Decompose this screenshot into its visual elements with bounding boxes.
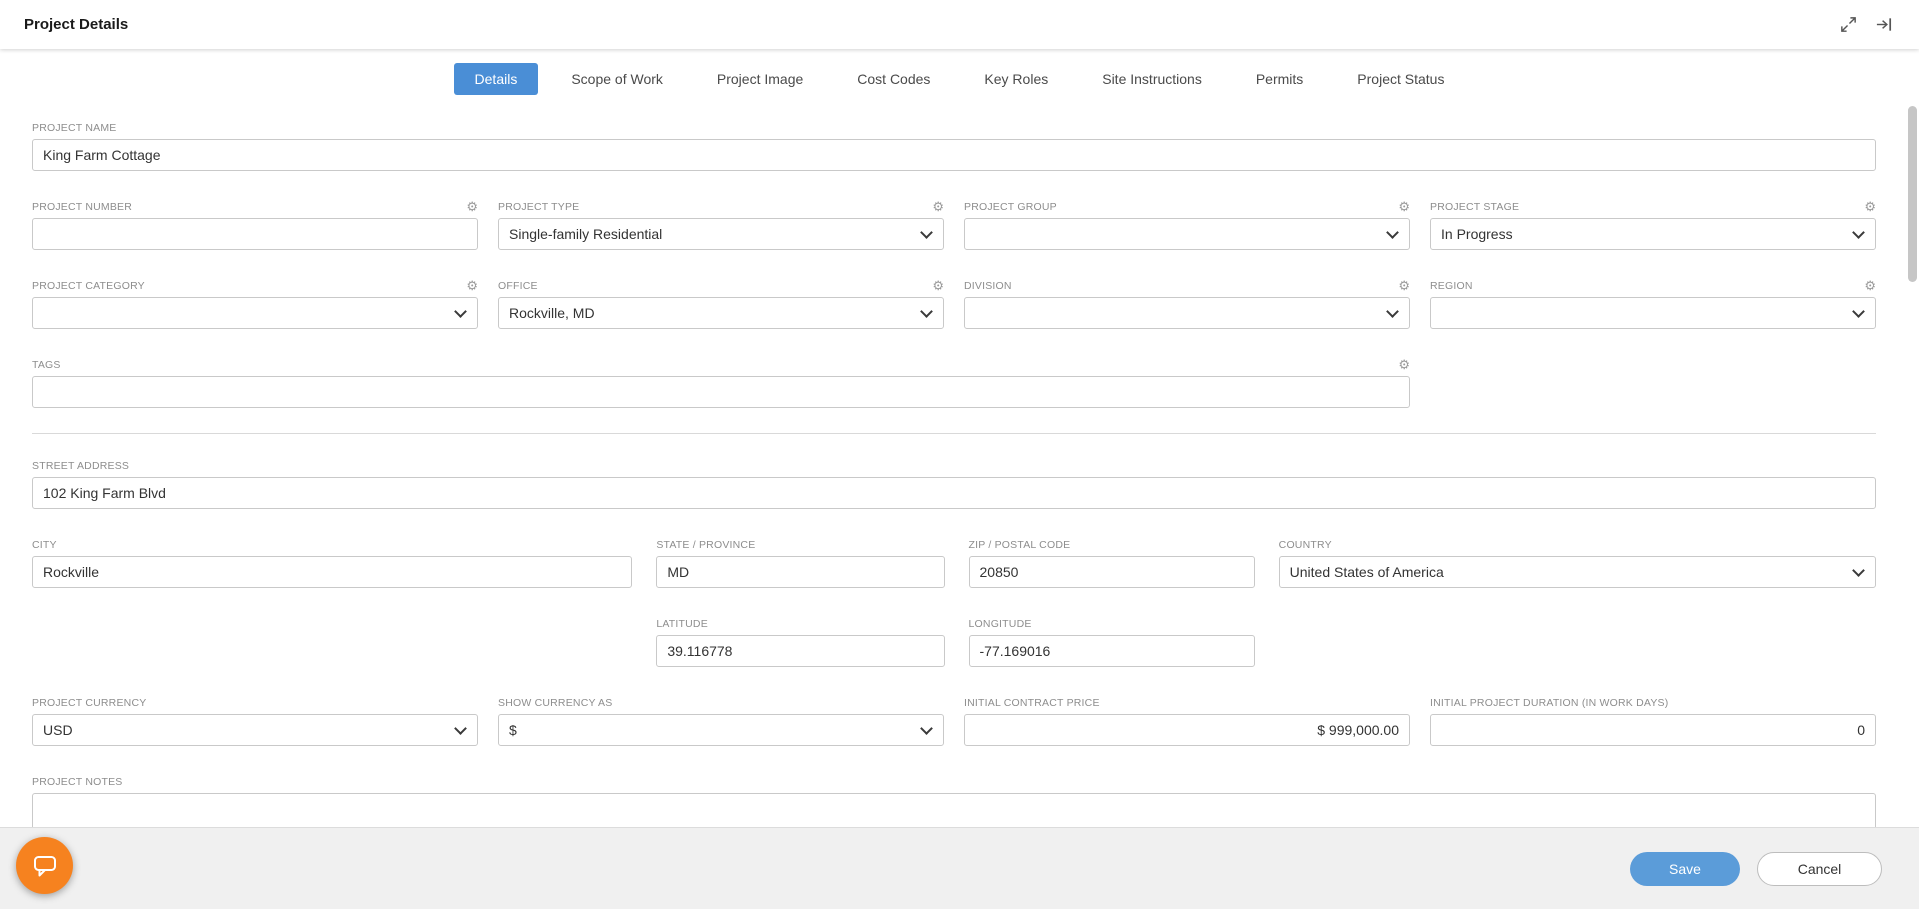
street-address-label: STREET ADDRESS [32,460,129,472]
zip-input[interactable] [969,556,1255,588]
field-region: REGION ⚙ [1430,279,1876,329]
chat-bubble-icon [30,851,60,881]
project-number-label: PROJECT NUMBER [32,201,132,213]
footer-bar: Save Cancel [0,827,1919,909]
details-form: PROJECT NAME PROJECT NUMBER ⚙ PROJECT TY… [0,95,1919,869]
titlebar: Project Details [0,0,1919,49]
header-icons [1837,14,1895,36]
gear-icon[interactable]: ⚙ [1864,201,1876,213]
tab-key-roles[interactable]: Key Roles [963,63,1069,95]
longitude-input[interactable] [969,635,1255,667]
compress-icon[interactable] [1837,14,1859,36]
field-project-name: PROJECT NAME [32,121,1876,171]
project-number-input[interactable] [32,218,478,250]
initial-contract-price-input[interactable] [964,714,1410,746]
latitude-input[interactable] [656,635,944,667]
tab-details[interactable]: Details [454,63,539,95]
field-office: OFFICE ⚙ Rockville, MD [498,279,944,329]
field-city: CITY [32,538,632,588]
gear-icon[interactable]: ⚙ [1398,280,1410,292]
field-tags: TAGS ⚙ [32,358,1410,408]
field-project-category: PROJECT CATEGORY ⚙ [32,279,478,329]
field-show-currency-as: SHOW CURRENCY AS $ [498,696,944,746]
project-name-input[interactable] [32,139,1876,171]
tab-bar: Details Scope of Work Project Image Cost… [0,49,1919,95]
tab-permits[interactable]: Permits [1235,63,1324,95]
state-input[interactable] [656,556,944,588]
latitude-label: LATITUDE [656,618,708,630]
street-address-input[interactable] [32,477,1876,509]
gear-icon[interactable]: ⚙ [466,280,478,292]
gear-icon[interactable]: ⚙ [466,201,478,213]
project-details-window: Project Details Details Scope o [0,0,1919,909]
field-project-stage: PROJECT STAGE ⚙ In Progress [1430,200,1876,250]
field-longitude: LONGITUDE [969,617,1255,667]
division-label: DIVISION [964,280,1012,292]
division-select[interactable] [964,297,1410,329]
project-currency-label: PROJECT CURRENCY [32,697,146,709]
tab-project-status[interactable]: Project Status [1336,63,1465,95]
state-label: STATE / PROVINCE [656,539,755,551]
field-project-group: PROJECT GROUP ⚙ [964,200,1410,250]
project-category-label: PROJECT CATEGORY [32,280,145,292]
project-notes-label: PROJECT NOTES [32,776,123,788]
field-initial-contract-price: INITIAL CONTRACT PRICE [964,696,1410,746]
project-type-label: PROJECT TYPE [498,201,579,213]
section-divider [32,433,1876,434]
project-type-select[interactable]: Single-family Residential [498,218,944,250]
gear-icon[interactable]: ⚙ [1864,280,1876,292]
initial-project-duration-label: INITIAL PROJECT DURATION (IN WORK DAYS) [1430,697,1668,709]
tab-cost-codes[interactable]: Cost Codes [836,63,951,95]
country-select[interactable]: United States of America [1279,556,1876,588]
region-label: REGION [1430,280,1473,292]
project-stage-select[interactable]: In Progress [1430,218,1876,250]
project-group-select[interactable] [964,218,1410,250]
gear-icon[interactable]: ⚙ [932,201,944,213]
dock-right-icon[interactable] [1873,14,1895,36]
office-select[interactable]: Rockville, MD [498,297,944,329]
tab-site-instructions[interactable]: Site Instructions [1081,63,1223,95]
project-currency-select[interactable]: USD [32,714,478,746]
gear-icon[interactable]: ⚙ [1398,201,1410,213]
field-country: COUNTRY United States of America [1279,538,1876,588]
tab-scope-of-work[interactable]: Scope of Work [550,63,684,95]
scrollbar-thumb[interactable] [1908,106,1917,282]
longitude-label: LONGITUDE [969,618,1032,630]
office-label: OFFICE [498,280,538,292]
field-zip: ZIP / POSTAL CODE [969,538,1255,588]
initial-contract-price-label: INITIAL CONTRACT PRICE [964,697,1100,709]
field-street-address: STREET ADDRESS [32,459,1876,509]
show-currency-as-label: SHOW CURRENCY AS [498,697,612,709]
country-label: COUNTRY [1279,539,1332,551]
region-select[interactable] [1430,297,1876,329]
page-title: Project Details [24,16,128,33]
field-state: STATE / PROVINCE [656,538,944,588]
gear-icon[interactable]: ⚙ [1398,359,1410,371]
field-latitude: LATITUDE [656,617,944,667]
project-stage-label: PROJECT STAGE [1430,201,1519,213]
project-category-select[interactable] [32,297,478,329]
field-division: DIVISION ⚙ [964,279,1410,329]
cancel-button[interactable]: Cancel [1757,852,1882,886]
field-initial-project-duration: INITIAL PROJECT DURATION (IN WORK DAYS) [1430,696,1876,746]
chat-launcher-button[interactable] [16,837,73,894]
show-currency-as-select[interactable]: $ [498,714,944,746]
field-project-type: PROJECT TYPE ⚙ Single-family Residential [498,200,944,250]
tags-label: TAGS [32,359,61,371]
save-button[interactable]: Save [1630,852,1740,886]
gear-icon[interactable]: ⚙ [932,280,944,292]
project-group-label: PROJECT GROUP [964,201,1057,213]
project-name-label: PROJECT NAME [32,122,116,134]
city-input[interactable] [32,556,632,588]
initial-project-duration-input[interactable] [1430,714,1876,746]
tags-input[interactable] [32,376,1410,408]
field-project-number: PROJECT NUMBER ⚙ [32,200,478,250]
city-label: CITY [32,539,57,551]
tab-project-image[interactable]: Project Image [696,63,824,95]
field-project-currency: PROJECT CURRENCY USD [32,696,478,746]
zip-label: ZIP / POSTAL CODE [969,539,1071,551]
